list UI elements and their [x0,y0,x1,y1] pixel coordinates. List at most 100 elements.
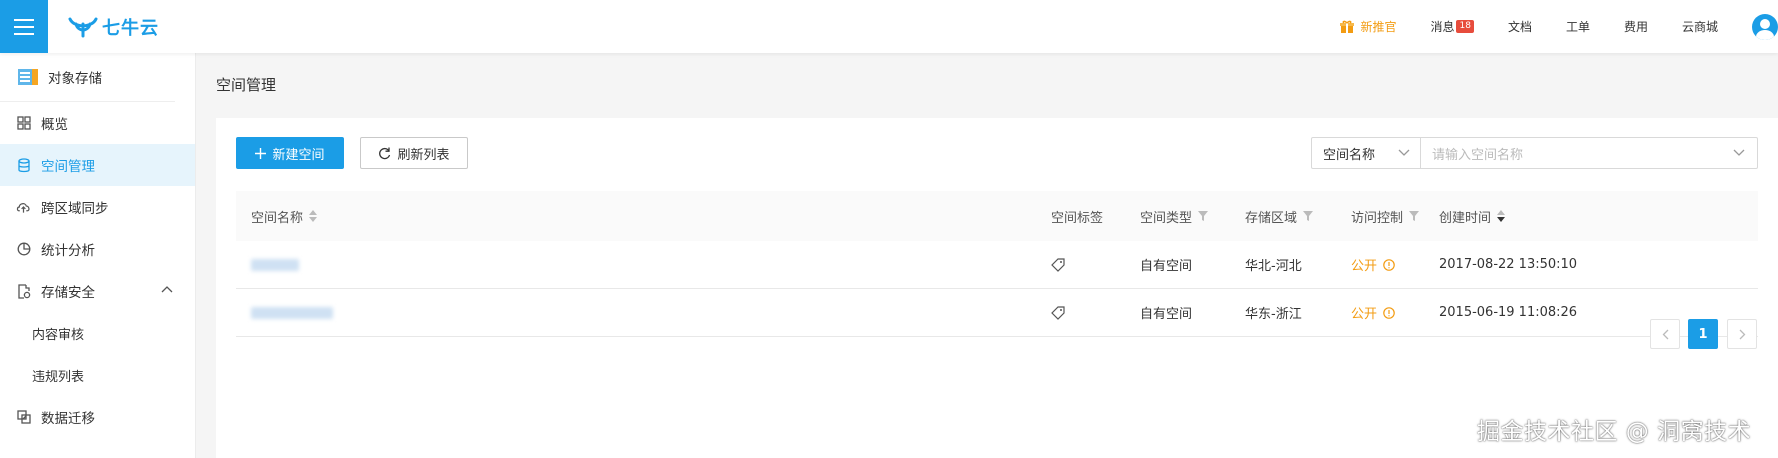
table-row: 自有空间 华东-浙江 公开 2015-06-19 11:08:26 [236,289,1758,337]
grid-icon [16,116,31,131]
column-label: 创建时间 [1439,210,1492,226]
search-placeholder: 请输入空间名称 [1432,147,1524,163]
logo-text: 七牛云 [102,18,159,39]
column-header-type[interactable]: 空间类型 [1140,207,1209,226]
access-control: 公开 [1351,255,1395,274]
filter-icon [1303,211,1314,221]
cloud-sync-icon [16,200,31,215]
bucket-type: 自有空间 [1140,307,1193,322]
docs-link[interactable]: 文档 [1508,18,1532,35]
migrate-icon [16,410,31,425]
filter-icon [1409,211,1420,221]
access-label: 公开 [1351,307,1378,322]
warning-info-icon [1383,306,1395,319]
search-input[interactable]: 请输入空间名称 [1420,137,1758,169]
warning-info-icon [1383,258,1395,271]
billing-link[interactable]: 费用 [1624,18,1648,35]
messages-link[interactable]: 消息 18 [1430,18,1474,35]
hamburger-line [14,25,34,28]
prev-page-button[interactable] [1650,319,1680,349]
sidebar-item-bucket-management[interactable]: 空间管理 [0,144,195,186]
sidebar-item-label: 概览 [41,117,68,133]
bucket-list-card: 新建空间 刷新列表 空间名称 请输入空间名称 空间名称 空间标签 空间类型 存储… [216,118,1778,458]
database-icon [16,157,31,173]
created-time: 2015-06-19 11:08:26 [1439,305,1578,320]
sidebar-subitem-violation-list[interactable]: 违规列表 [0,354,195,396]
shield-doc-icon [16,283,31,299]
search-field-selected: 空间名称 [1323,147,1376,163]
table-row: 自有空间 华北-河北 公开 2017-08-22 13:50:10 [236,241,1758,289]
column-label: 空间名称 [251,210,304,226]
sort-desc-icon [1497,210,1506,222]
bucket-name-link[interactable] [251,258,299,271]
messages-label: 消息 [1430,20,1455,34]
object-storage-icon [18,69,38,85]
column-header-created[interactable]: 创建时间 [1439,207,1506,226]
user-avatar[interactable] [1752,13,1778,40]
access-control: 公开 [1351,303,1395,322]
filter-icon [1198,211,1209,221]
sidebar-item-statistics[interactable]: 统计分析 [0,228,195,270]
tag-edit[interactable] [1051,305,1065,320]
plus-icon [255,147,267,159]
column-header-tags: 空间标签 [1051,207,1103,226]
sidebar-header[interactable]: 对象存储 [0,53,175,102]
refresh-list-button[interactable]: 刷新列表 [360,137,468,169]
menu-toggle-button[interactable] [0,0,48,53]
refresh-list-label: 刷新列表 [397,147,450,163]
gift-icon [1340,20,1355,33]
chevron-down-icon [1398,149,1410,156]
redacted-bucket-name [251,306,333,319]
bucket-name-link[interactable] [251,306,333,319]
hamburger-line [14,32,34,35]
page-button-current[interactable]: 1 [1688,319,1718,349]
sidebar-subitem-content-review[interactable]: 内容审核 [0,312,195,354]
refresh-icon [379,147,391,159]
column-label: 空间标签 [1051,210,1104,226]
promo-label: 新推官 [1360,20,1397,34]
sidebar-item-cross-region-sync[interactable]: 跨区域同步 [0,186,195,228]
bucket-type: 自有空间 [1140,259,1193,274]
column-header-region[interactable]: 存储区域 [1245,207,1314,226]
create-bucket-label: 新建空间 [272,147,325,163]
tag-edit[interactable] [1051,257,1065,272]
chevron-down-icon [1733,149,1745,156]
column-header-name[interactable]: 空间名称 [251,207,318,226]
column-label: 访问控制 [1351,210,1404,226]
sidebar-item-label: 统计分析 [41,243,95,259]
next-page-button[interactable] [1727,319,1757,349]
marketplace-link[interactable]: 云商城 [1682,18,1718,35]
messages-badge: 18 [1456,20,1474,33]
promo-link[interactable]: 新推官 [1340,18,1396,35]
chevron-left-icon [1662,329,1668,339]
search-field-select[interactable]: 空间名称 [1311,137,1421,169]
column-header-access[interactable]: 访问控制 [1351,207,1420,226]
column-label: 存储区域 [1245,210,1298,226]
pie-chart-icon [16,242,31,257]
column-label: 空间类型 [1140,210,1193,226]
tickets-link[interactable]: 工单 [1566,18,1590,35]
sort-icon [309,210,318,222]
create-bucket-button[interactable]: 新建空间 [236,137,344,169]
sidebar-item-label: 存储安全 [41,285,95,301]
hamburger-line [14,18,34,21]
sidebar-item-label: 空间管理 [41,159,95,175]
watermark: 掘金技术社区 @ 洞窝技术 [1477,419,1752,445]
sidebar-item-overview[interactable]: 概览 [0,102,195,144]
redacted-bucket-name [251,258,299,271]
bucket-region: 华东-浙江 [1245,307,1302,322]
sidebar-item-data-migration[interactable]: 数据迁移 [0,396,195,438]
chevron-up-icon [161,286,173,293]
bucket-table: 空间名称 空间标签 空间类型 存储区域 访问控制 创建时间 自有空间 华北-河北… [236,191,1758,337]
tag-icon [1051,257,1065,272]
sidebar-item-label: 数据迁移 [41,411,95,427]
qiniu-logo-icon [68,17,98,38]
table-header: 空间名称 空间标签 空间类型 存储区域 访问控制 创建时间 [236,191,1758,241]
sidebar: 对象存储 概览 空间管理 跨区域同步 统计分析 存储安全 内容审核 违规列表 数… [0,53,196,458]
sidebar-item-storage-security[interactable]: 存储安全 [0,270,195,312]
top-nav: 新推官 消息 18 文档 工单 费用 云商城 [1340,0,1778,53]
bucket-region: 华北-河北 [1245,259,1302,274]
access-label: 公开 [1351,259,1378,274]
logo[interactable]: 七牛云 [68,14,159,40]
created-time: 2017-08-22 13:50:10 [1439,257,1578,272]
